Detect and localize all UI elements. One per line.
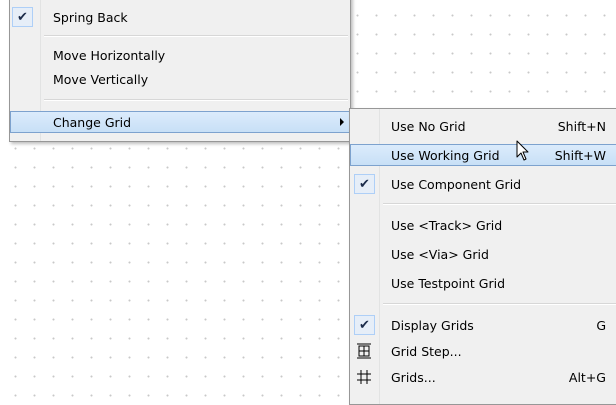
menu-separator xyxy=(383,303,616,305)
menu-item-use-via-grid[interactable]: Use <Via> Grid xyxy=(350,243,616,265)
checkmark-icon: ✔ xyxy=(354,174,375,194)
grid-step-icon xyxy=(354,341,374,361)
checkmark-icon: ✔ xyxy=(354,315,375,335)
change-grid-submenu: Use No Grid Shift+N Use Working Grid Shi… xyxy=(349,108,616,405)
menu-item-use-track-grid[interactable]: Use <Track> Grid xyxy=(350,214,616,236)
menu-item-shortcut: G xyxy=(596,317,606,333)
menu-item-label: Use No Grid xyxy=(391,118,466,134)
menu-item-use-working-grid[interactable]: Use Working Grid Shift+W xyxy=(350,144,616,166)
menu-item-label: Use Testpoint Grid xyxy=(391,275,506,291)
menu-item-move-horizontally[interactable]: Move Horizontally xyxy=(10,44,350,66)
menu-item-use-component-grid[interactable]: ✔ Use Component Grid xyxy=(350,173,616,195)
menu-item-label: Move Vertically xyxy=(53,71,149,87)
submenu-arrow-icon xyxy=(340,118,344,126)
menu-item-label: Change Grid xyxy=(53,114,132,130)
menu-item-label: Grids... xyxy=(391,369,436,385)
menu-item-grids[interactable]: Grids... Alt+G xyxy=(350,366,616,388)
grid-icon xyxy=(354,367,374,387)
menu-item-label: Use Component Grid xyxy=(391,176,522,192)
menu-item-label: Spring Back xyxy=(53,9,128,25)
menu-separator xyxy=(44,35,348,37)
menu-item-shortcut: Shift+N xyxy=(557,118,606,134)
menu-item-label: Display Grids xyxy=(391,317,474,333)
context-menu: ✔ Spring Back Move Horizontally Move Ver… xyxy=(9,0,351,142)
menu-item-spring-back[interactable]: ✔ Spring Back xyxy=(10,6,350,28)
mouse-pointer-icon xyxy=(516,140,529,161)
menu-item-display-grids[interactable]: ✔ Display Grids G xyxy=(350,314,616,336)
menu-item-move-vertically[interactable]: Move Vertically xyxy=(10,68,350,90)
menu-separator xyxy=(383,203,616,205)
menu-item-label: Grid Step... xyxy=(391,343,462,359)
menu-separator xyxy=(44,99,348,101)
menu-item-grid-step[interactable]: Grid Step... xyxy=(350,340,616,362)
menu-item-shortcut: Alt+G xyxy=(568,369,606,385)
menu-item-change-grid[interactable]: Change Grid xyxy=(10,111,350,133)
menu-item-label: Use <Track> Grid xyxy=(391,217,503,233)
menu-item-label: Move Horizontally xyxy=(53,47,166,63)
menu-item-use-no-grid[interactable]: Use No Grid Shift+N xyxy=(350,115,616,137)
menu-item-label: Use <Via> Grid xyxy=(391,246,489,262)
menu-item-shortcut: Shift+W xyxy=(554,147,606,163)
checkmark-icon: ✔ xyxy=(12,7,33,27)
menu-item-label: Use Working Grid xyxy=(391,147,500,163)
menu-item-use-testpoint-grid[interactable]: Use Testpoint Grid xyxy=(350,272,616,294)
